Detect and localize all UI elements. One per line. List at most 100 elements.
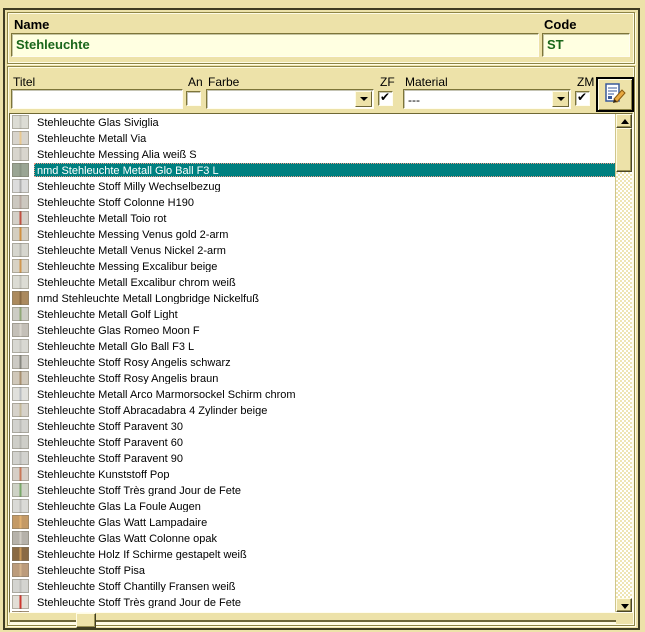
horizontal-scrollbar-track[interactable]	[10, 620, 616, 624]
list-item[interactable]: Stehleuchte Glas Romeo Moon F	[10, 322, 616, 338]
name-field[interactable]: Stehleuchte	[11, 33, 539, 57]
item-thumbnail-icon	[12, 387, 29, 401]
item-thumbnail-icon	[12, 499, 29, 513]
item-thumbnail-icon	[12, 259, 29, 273]
name-code-panel: Name Stehleuchte Code ST	[7, 12, 635, 64]
list-item[interactable]: Stehleuchte Holz If Schirme gestapelt we…	[10, 546, 616, 562]
list-item[interactable]: Stehleuchte Stoff Milly Wechselbezug	[10, 178, 616, 194]
item-label: Stehleuchte Stoff Paravent 60	[34, 435, 616, 449]
item-list[interactable]: Stehleuchte Glas SivigliaStehleuchte Met…	[10, 114, 616, 612]
item-thumbnail-icon	[12, 163, 29, 177]
list-item[interactable]: Stehleuchte Stoff Très grand Jour de Fet…	[10, 482, 616, 498]
item-label: nmd Stehleuchte Metall Glo Ball F3 L	[34, 163, 616, 177]
list-item[interactable]: Stehleuchte Metall Excalibur chrom weiß	[10, 274, 616, 290]
list-item[interactable]: Stehleuchte Metall Glo Ball F3 L	[10, 338, 616, 354]
checkmark-icon: ✔	[380, 90, 390, 104]
list-item[interactable]: Stehleuchte Kunststoff Pop	[10, 466, 616, 482]
list-item[interactable]: Stehleuchte Glas Watt Lampadaire	[10, 514, 616, 530]
list-item[interactable]: Stehleuchte Stoff Rosy Angelis schwarz	[10, 354, 616, 370]
scroll-up-button[interactable]	[616, 114, 632, 128]
item-thumbnail-icon	[12, 211, 29, 225]
list-item[interactable]: Stehleuchte Glas Siviglia	[10, 114, 616, 130]
chevron-down-icon	[360, 97, 368, 101]
item-label: Stehleuchte Metall Golf Light	[34, 307, 616, 321]
item-thumbnail-icon	[12, 115, 29, 129]
list-item[interactable]: Stehleuchte Glas Watt Colonne opak	[10, 530, 616, 546]
material-dropdown-button[interactable]	[552, 91, 569, 107]
item-label: Stehleuchte Glas Romeo Moon F	[34, 323, 616, 337]
list-item[interactable]: Stehleuchte Stoff Chantilly Fransen weiß	[10, 578, 616, 594]
item-thumbnail-icon	[12, 563, 29, 577]
zf-checkbox[interactable]: ✔	[378, 91, 393, 106]
horizontal-scrollbar-thumb[interactable]	[76, 613, 96, 628]
list-item[interactable]: Stehleuchte Stoff Paravent 30	[10, 418, 616, 434]
item-label: Stehleuchte Stoff Paravent 30	[34, 419, 616, 433]
list-item[interactable]: nmd Stehleuchte Metall Glo Ball F3 L	[10, 162, 616, 178]
list-item[interactable]: Stehleuchte Metall Venus Nickel 2-arm	[10, 242, 616, 258]
titel-input[interactable]	[11, 89, 183, 109]
zm-checkbox[interactable]: ✔	[575, 91, 590, 106]
item-thumbnail-icon	[12, 275, 29, 289]
item-thumbnail-icon	[12, 483, 29, 497]
list-item[interactable]: Stehleuchte Stoff Rosy Angelis braun	[10, 370, 616, 386]
item-label: Stehleuchte Glas Watt Colonne opak	[34, 531, 616, 545]
list-item[interactable]: Stehleuchte Stoff Paravent 60	[10, 434, 616, 450]
farbe-dropdown-button[interactable]	[355, 91, 372, 107]
name-field-value: Stehleuchte	[16, 37, 90, 52]
list-item[interactable]: Stehleuchte Metall Arco Marmorsockel Sch…	[10, 386, 616, 402]
zm-label: ZM	[577, 75, 594, 89]
item-thumbnail-icon	[12, 371, 29, 385]
list-item[interactable]: Stehleuchte Stoff Pisa	[10, 562, 616, 578]
item-label: Stehleuchte Messing Venus gold 2-arm	[34, 227, 616, 241]
item-thumbnail-icon	[12, 403, 29, 417]
item-label: Stehleuchte Stoff Chantilly Fransen weiß	[34, 579, 616, 593]
arrow-down-icon	[621, 604, 629, 609]
item-label: Stehleuchte Stoff Très grand Jour de Fet…	[34, 483, 616, 497]
list-item[interactable]: Stehleuchte Metall Toio rot	[10, 210, 616, 226]
item-thumbnail-icon	[12, 451, 29, 465]
arrow-up-icon	[621, 119, 629, 124]
item-label: Stehleuchte Stoff Très grand Jour de Fet…	[34, 595, 616, 609]
chevron-down-icon	[557, 97, 565, 101]
list-item[interactable]: Stehleuchte	[10, 610, 616, 612]
item-thumbnail-icon	[12, 131, 29, 145]
list-item[interactable]: Stehleuchte Messing Alia weiß S	[10, 146, 616, 162]
item-label: Stehleuchte Stoff Paravent 90	[34, 451, 616, 465]
item-label: Stehleuchte Stoff Colonne H190	[34, 195, 616, 209]
zf-label: ZF	[380, 75, 395, 89]
scroll-down-button[interactable]	[616, 598, 632, 612]
list-item[interactable]: Stehleuchte Stoff Colonne H190	[10, 194, 616, 210]
vertical-scrollbar-thumb[interactable]	[616, 128, 632, 172]
vertical-scrollbar[interactable]	[615, 114, 632, 612]
list-item[interactable]: nmd Stehleuchte Metall Longbridge Nickel…	[10, 290, 616, 306]
list-item[interactable]: Stehleuchte Metall Golf Light	[10, 306, 616, 322]
item-thumbnail-icon	[12, 355, 29, 369]
item-label: Stehleuchte Metall Venus Nickel 2-arm	[34, 243, 616, 257]
list-item[interactable]: Stehleuchte Messing Venus gold 2-arm	[10, 226, 616, 242]
result-listbox[interactable]: Stehleuchte Glas SivigliaStehleuchte Met…	[9, 113, 633, 613]
code-field[interactable]: ST	[542, 33, 630, 57]
list-item[interactable]: Stehleuchte Stoff Très grand Jour de Fet…	[10, 594, 616, 610]
item-thumbnail-icon	[12, 243, 29, 257]
item-thumbnail-icon	[12, 547, 29, 561]
an-checkbox[interactable]: ✔	[186, 91, 201, 106]
filter-list-panel: Titel An ✔ Farbe ZF ✔ Material --- ZM ✔	[7, 66, 635, 626]
list-item[interactable]: Stehleuchte Metall Via	[10, 130, 616, 146]
item-label: Stehleuchte Stoff Rosy Angelis schwarz	[34, 355, 616, 369]
list-item[interactable]: Stehleuchte Messing Excalibur beige	[10, 258, 616, 274]
item-label: Stehleuchte Stoff Milly Wechselbezug	[34, 179, 616, 193]
detail-report-button[interactable]	[596, 77, 634, 112]
item-thumbnail-icon	[12, 595, 29, 609]
list-item[interactable]: Stehleuchte Stoff Abracadabra 4 Zylinder…	[10, 402, 616, 418]
item-label: Stehleuchte Glas Watt Lampadaire	[34, 515, 616, 529]
item-label: Stehleuchte Glas La Foule Augen	[34, 499, 616, 513]
code-field-value: ST	[547, 37, 564, 52]
item-thumbnail-icon	[12, 227, 29, 241]
item-thumbnail-icon	[12, 307, 29, 321]
material-combobox[interactable]: ---	[403, 89, 571, 109]
list-item[interactable]: Stehleuchte Glas La Foule Augen	[10, 498, 616, 514]
farbe-combobox[interactable]	[206, 89, 374, 109]
item-label: Stehleuchte Holz If Schirme gestapelt we…	[34, 547, 616, 561]
titel-label: Titel	[13, 75, 35, 89]
list-item[interactable]: Stehleuchte Stoff Paravent 90	[10, 450, 616, 466]
